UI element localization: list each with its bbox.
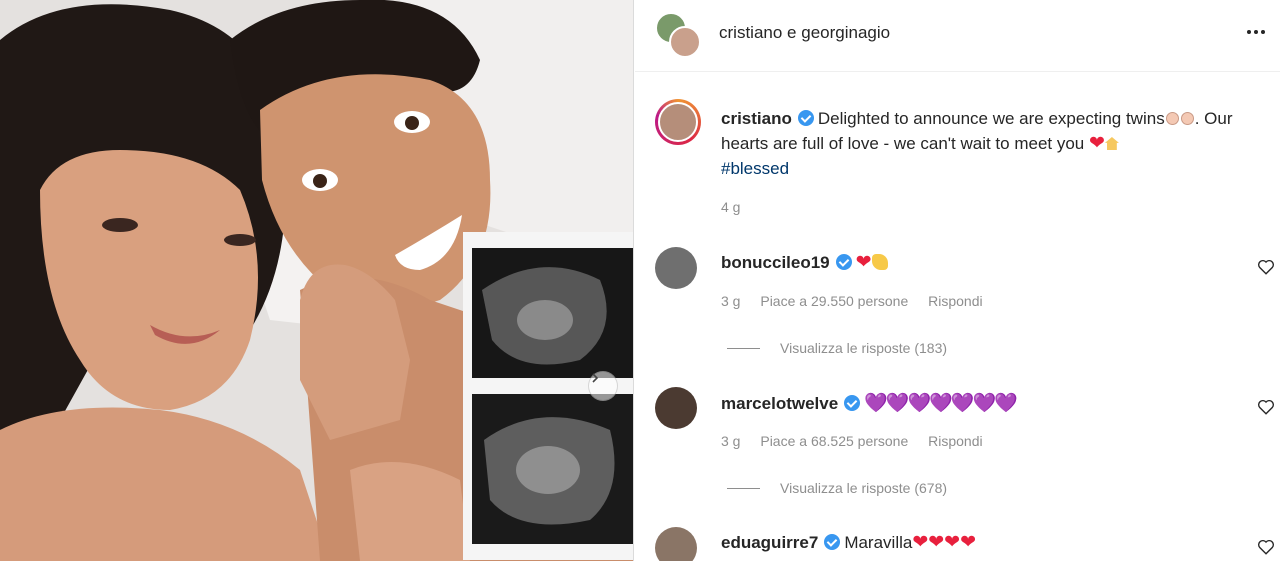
comment-likes[interactable]: Piace a 68.525 persone <box>760 433 908 449</box>
divider-line <box>727 347 760 349</box>
heart-outline-icon[interactable] <box>1257 258 1275 276</box>
caption-avatar-ring[interactable] <box>655 99 701 145</box>
post-photo[interactable] <box>0 0 634 561</box>
comment-avatar-bonuccileo19[interactable] <box>655 247 697 289</box>
comment-meta: 3 g Piace a 29.550 persone Rispondi <box>721 293 999 309</box>
caption-avatar[interactable] <box>658 102 698 142</box>
chevron-right-icon <box>592 373 599 383</box>
comment-username[interactable]: eduaguirre7 <box>721 533 818 552</box>
baby-emoji-icon <box>1180 112 1194 125</box>
comment-username[interactable]: bonuccileo19 <box>721 253 830 272</box>
verified-badge-icon <box>844 395 861 411</box>
couple-photo-illustration <box>0 0 633 561</box>
comment-eduaguirre7: eduaguirre7 Maravilla❤❤❤❤ <box>721 531 976 554</box>
clapping-hands-emoji-icon <box>871 254 888 270</box>
reply-button[interactable]: Rispondi <box>928 433 982 449</box>
reply-button[interactable]: Rispondi <box>928 293 982 309</box>
comment-bonuccileo19: bonuccileo19 ❤ <box>721 251 888 274</box>
heart-outline-icon[interactable] <box>1257 398 1275 416</box>
heart-outline-icon[interactable] <box>1257 538 1275 556</box>
carousel-next-button[interactable] <box>588 371 618 401</box>
comment-avatar-eduaguirre7[interactable] <box>655 527 697 561</box>
collab-avatars[interactable] <box>655 12 701 58</box>
divider-line <box>727 487 760 489</box>
header-username-2[interactable]: georginagio <box>801 23 890 42</box>
avatar-georginagio[interactable] <box>669 26 701 58</box>
view-replies-button[interactable]: Visualizza le risposte (678) <box>727 480 947 496</box>
verified-badge-icon <box>824 534 841 550</box>
hearts-emoji-icon: ❤❤❤❤ <box>912 532 977 553</box>
baby-emoji-icon <box>1165 112 1179 125</box>
view-replies-label: Visualizza le risposte (678) <box>780 480 948 496</box>
comment-avatar-marcelotwelve[interactable] <box>655 387 697 429</box>
comment-time[interactable]: 3 g <box>721 293 740 309</box>
header-username-1[interactable]: cristiano <box>719 23 782 42</box>
view-replies-label: Visualizza le risposte (183) <box>780 340 948 356</box>
heart-emoji-icon: ❤ <box>855 252 872 273</box>
comment-text: Maravilla <box>844 533 913 552</box>
caption-timestamp[interactable]: 4 g <box>721 199 740 215</box>
post-header: cristiano e georginagio <box>635 0 1280 72</box>
comment-username[interactable]: marcelotwelve <box>721 394 838 413</box>
comment-meta: 3 g Piace a 68.525 persone Rispondi <box>721 433 999 449</box>
verified-badge-icon <box>797 110 814 126</box>
view-replies-button[interactable]: Visualizza le risposte (183) <box>727 340 947 356</box>
more-horizontal-icon[interactable] <box>1241 22 1271 42</box>
house-emoji-icon <box>1104 137 1119 150</box>
hashtag-link[interactable]: #blessed <box>721 159 789 178</box>
header-connector: e <box>787 23 797 42</box>
comment-likes[interactable]: Piace a 29.550 persone <box>760 293 908 309</box>
post-details-panel: cristiano e georginagio cristiano Delight… <box>635 0 1280 561</box>
post-caption: cristiano Delighted to announce we are ex… <box>721 106 1273 181</box>
post-owners: cristiano e georginagio <box>719 23 890 43</box>
purple-hearts-emoji-icon: 💜💜💜💜💜💜💜 <box>864 393 1018 414</box>
comment-time[interactable]: 3 g <box>721 433 740 449</box>
heart-emoji-icon: ❤ <box>1089 133 1105 154</box>
verified-badge-icon <box>835 254 852 270</box>
caption-text-1: Delighted to announce we are expecting t… <box>817 109 1165 128</box>
comment-marcelotwelve: marcelotwelve 💜💜💜💜💜💜💜 <box>721 391 1018 415</box>
caption-username[interactable]: cristiano <box>721 109 792 128</box>
